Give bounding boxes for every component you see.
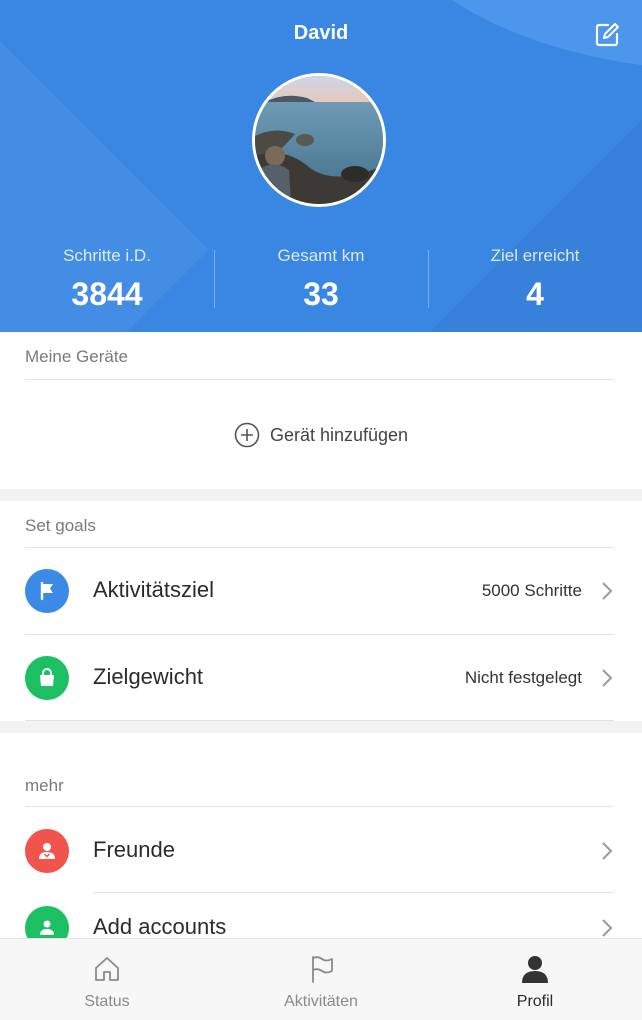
flag-outline-icon — [312, 956, 333, 983]
avatar[interactable] — [252, 73, 386, 207]
bag-icon — [25, 656, 69, 700]
add-device-label: Gerät hinzufügen — [269, 424, 409, 445]
divider — [25, 720, 614, 721]
chevron-right-icon — [602, 919, 613, 937]
add-device-button[interactable]: Gerät hinzufügen — [0, 422, 642, 448]
chevron-right-icon — [602, 582, 613, 600]
stat-value: 33 — [303, 276, 339, 312]
row-label: Add accounts — [93, 914, 227, 938]
nav-label: Aktivitäten — [284, 993, 358, 1010]
row-label: Freunde — [93, 837, 175, 862]
section-title: Set goals — [25, 516, 96, 535]
divider — [25, 379, 614, 380]
bottom-nav: Status Aktivitäten Profil — [0, 938, 642, 1020]
nav-status[interactable]: Status — [0, 939, 214, 1020]
section-title: mehr — [25, 776, 64, 795]
section-title: Meine Geräte — [25, 347, 128, 366]
more-friends-row[interactable]: Freunde — [0, 808, 642, 894]
flag-icon — [25, 569, 69, 613]
home-icon — [95, 957, 119, 981]
row-value: Nicht festgelegt — [464, 668, 582, 687]
row-label: Aktivitätsziel — [93, 577, 215, 602]
person-icon — [522, 956, 548, 983]
divider — [25, 806, 614, 807]
plus-circle-icon — [234, 422, 260, 448]
accounts-icon — [25, 906, 69, 938]
goal-weight-row[interactable]: Zielgewicht Nicht festgelegt — [0, 635, 642, 721]
row-label: Zielgewicht — [93, 664, 204, 689]
stat-value: 3844 — [71, 276, 143, 312]
more-section: mehr Freunde Add accounts — [0, 733, 642, 938]
profile-header: David Schritte i.D. 3844 Gesamt km 33 Zi… — [0, 0, 642, 332]
stat-goal-reached: Ziel erreicht 4 — [428, 244, 642, 314]
user-name: David — [293, 22, 349, 44]
nav-label: Profil — [516, 993, 554, 1010]
stats-row: Schritte i.D. 3844 Gesamt km 33 Ziel err… — [0, 244, 642, 314]
nav-label: Status — [84, 993, 130, 1010]
nav-profile[interactable]: Profil — [428, 939, 642, 1020]
more-add-accounts-row[interactable]: Add accounts — [0, 885, 642, 938]
chevron-right-icon — [602, 842, 613, 860]
stat-label: Gesamt km — [277, 246, 365, 265]
stat-label: Ziel erreicht — [490, 246, 580, 265]
row-value: 5000 Schritte — [481, 581, 582, 600]
avatar-photo — [255, 76, 383, 204]
stat-value: 4 — [526, 276, 544, 312]
chevron-right-icon — [602, 669, 613, 687]
edit-icon[interactable] — [594, 22, 620, 48]
friend-icon — [25, 829, 69, 873]
nav-activities[interactable]: Aktivitäten — [214, 939, 428, 1020]
stat-steps: Schritte i.D. 3844 — [0, 244, 214, 314]
stat-label: Schritte i.D. — [63, 246, 151, 265]
goal-activity-row[interactable]: Aktivitätsziel 5000 Schritte — [0, 548, 642, 634]
goals-section: Set goals Aktivitätsziel 5000 Schritte Z… — [0, 501, 642, 721]
devices-section: Meine Geräte Gerät hinzufügen — [0, 332, 642, 489]
stat-total-km: Gesamt km 33 — [214, 244, 428, 314]
